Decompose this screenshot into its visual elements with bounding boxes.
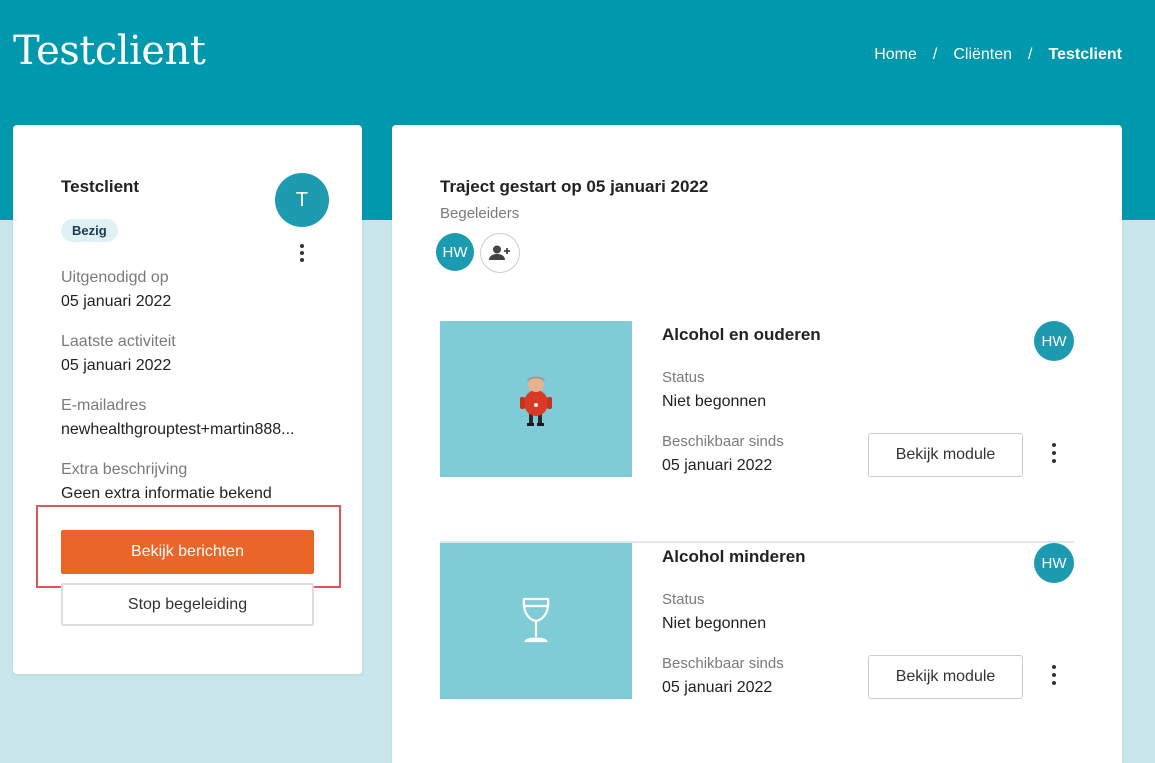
invited-value: 05 januari 2022 — [61, 293, 172, 310]
page-title: Testclient — [13, 28, 206, 74]
module-avatar: HW — [1034, 321, 1074, 361]
client-card: Testclient T Bezig Uitgenodigd op 05 jan… — [13, 125, 362, 674]
stop-guidance-button[interactable]: Stop begeleiding — [61, 583, 314, 626]
module-more-menu-icon[interactable] — [1051, 443, 1057, 463]
add-person-icon — [489, 245, 510, 260]
client-avatar: T — [275, 173, 329, 227]
module-status-label: Status — [662, 591, 705, 608]
module-available-value: 05 januari 2022 — [662, 457, 773, 474]
module-available-label: Beschikbaar sinds — [662, 655, 784, 672]
email-label: E-mailadres — [61, 397, 147, 414]
module-more-menu-icon[interactable] — [1051, 665, 1057, 685]
breadcrumb-separator: / — [1028, 46, 1033, 63]
module-status-value: Niet begonnen — [662, 615, 767, 632]
traject-title: Traject gestart op 05 januari 2022 — [440, 177, 709, 196]
module-available-value: 05 januari 2022 — [662, 679, 773, 696]
module-thumbnail — [440, 321, 632, 477]
last-activity-value: 05 januari 2022 — [61, 357, 172, 374]
module-thumbnail — [440, 543, 632, 699]
module-status-value: Niet begonnen — [662, 393, 767, 410]
module-avatar: HW — [1034, 543, 1074, 583]
last-activity-label: Laatste activiteit — [61, 333, 176, 350]
begeleiders-label: Begeleiders — [440, 205, 520, 222]
module-status-label: Status — [662, 369, 705, 386]
email-value: newhealthgrouptest+martin888... — [61, 421, 295, 438]
view-module-button[interactable]: Bekijk module — [868, 655, 1023, 699]
module-available-label: Beschikbaar sinds — [662, 433, 784, 450]
traject-card: Traject gestart op 05 januari 2022 Begel… — [392, 125, 1122, 763]
client-name: Testclient — [61, 177, 140, 196]
breadcrumb-separator: / — [932, 46, 938, 63]
view-module-button[interactable]: Bekijk module — [868, 433, 1023, 477]
elderly-man-illustration-icon — [520, 376, 552, 426]
module-title: Alcohol minderen — [662, 547, 806, 566]
client-more-menu-icon[interactable] — [299, 244, 305, 262]
invited-label: Uitgenodigd op — [61, 269, 169, 286]
add-begeleider-button[interactable] — [480, 233, 520, 273]
breadcrumb: Home / Cliënten / Testclient — [874, 46, 1122, 64]
module-item: Alcohol minderen HW Status Niet begonnen… — [440, 543, 1074, 763]
status-badge: Bezig — [61, 219, 118, 242]
breadcrumb-home[interactable]: Home — [874, 46, 917, 64]
module-item: Alcohol en ouderen HW Status Niet begonn… — [440, 321, 1074, 543]
view-messages-button[interactable]: Bekijk berichten — [61, 530, 314, 574]
begeleider-avatar[interactable]: HW — [436, 233, 474, 271]
breadcrumb-clients[interactable]: Cliënten — [953, 46, 1012, 64]
description-label: Extra beschrijving — [61, 461, 188, 478]
wine-glass-icon — [522, 597, 550, 643]
module-title: Alcohol en ouderen — [662, 325, 821, 344]
breadcrumb-current: Testclient — [1048, 46, 1123, 63]
description-value: Geen extra informatie bekend — [61, 485, 272, 502]
